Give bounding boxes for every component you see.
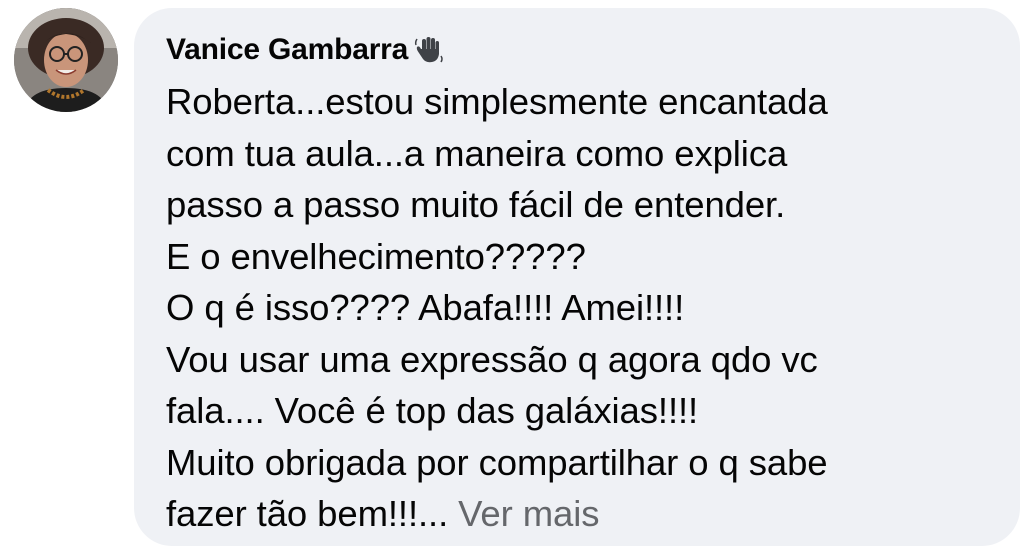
avatar-photo: [14, 8, 118, 112]
comment-line: Vou usar uma expressão q agora qdo vc: [166, 338, 818, 380]
avatar[interactable]: [14, 8, 118, 112]
comment-line-text: fazer tão bem!!!: [166, 493, 418, 534]
truncation-ellipsis: ...: [418, 493, 449, 534]
comment-line: fala.... Você é top das galáxias!!!!: [166, 390, 699, 431]
comment-line: E o envelhecimento?????: [166, 235, 586, 277]
comment-line: Muito obrigada por compartilhar o q sabe: [166, 441, 828, 483]
comment-line: com tua aula...a maneira como explica: [166, 132, 788, 174]
comment-screen: Vanice Gambarra Roberta...estou simplesm…: [0, 0, 1024, 549]
comment-line: passo a passo muito fácil de entender.: [166, 184, 786, 225]
comment-last-line: fazer tão bem!!!... Ver mais: [166, 488, 990, 540]
author-name[interactable]: Vanice Gambarra: [166, 33, 408, 67]
comment-text: Roberta...estou simplesmente encantada c…: [166, 76, 990, 540]
waving-hand-icon: [414, 35, 444, 65]
comment-line: Roberta...estou simplesmente encantada: [166, 81, 828, 122]
see-more-link[interactable]: Ver mais: [458, 493, 599, 534]
comment-bubble: Vanice Gambarra Roberta...estou simplesm…: [134, 8, 1020, 546]
comment-line: O q é isso???? Abafa!!!! Amei!!!!: [166, 287, 685, 328]
author-row: Vanice Gambarra: [166, 30, 990, 70]
